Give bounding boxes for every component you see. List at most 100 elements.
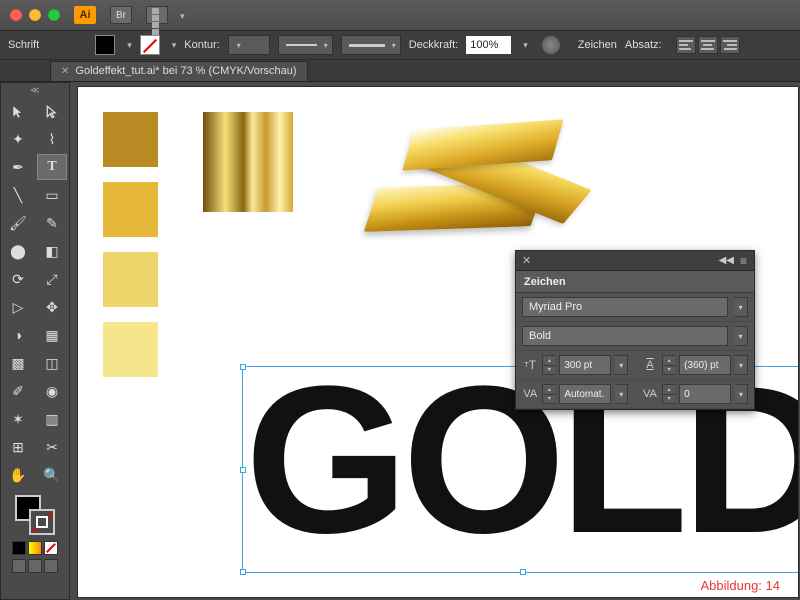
kerning-input[interactable]: Automat. (559, 384, 611, 404)
magic-wand-tool[interactable]: ✦ (3, 126, 33, 152)
stroke-color-dropdown-icon[interactable] (168, 39, 177, 51)
hand-tool[interactable]: ✋ (3, 462, 33, 488)
align-center-button[interactable] (698, 36, 718, 54)
handle-top-left[interactable] (240, 364, 246, 370)
font-size-stepper[interactable]: ▴▾ (542, 355, 555, 375)
close-window-button[interactable] (10, 9, 22, 21)
symbol-sprayer-tool[interactable]: ✶ (3, 406, 33, 432)
panel-close-icon[interactable]: ✕ (522, 254, 531, 267)
opacity-input[interactable]: 100% (466, 36, 511, 54)
stroke-color-swatch[interactable] (140, 35, 160, 55)
recolor-artwork-button[interactable] (542, 36, 560, 54)
fill-dropdown-icon[interactable] (123, 39, 132, 51)
slice-tool[interactable]: ✂ (37, 434, 67, 460)
gradient-tool[interactable]: ◫ (37, 350, 67, 376)
rectangle-tool[interactable]: ▭ (37, 182, 67, 208)
bridge-button[interactable]: Br (110, 6, 132, 24)
color-mode-gradient[interactable] (28, 541, 42, 555)
color-swatch-3[interactable] (103, 252, 158, 307)
tool-grid: ✦ ⌇ ✒ T ╲ ▭ 🖌 ✎ ⬤ ◧ ⟳ ⤢ ▷ ✥ ◑ ▦ ▩ ◫ ✐ ◉ … (1, 97, 69, 489)
panel-collapse-icon[interactable]: ◀◀ (719, 255, 734, 266)
kerning-icon: VA (522, 385, 538, 403)
brush-def-dropdown[interactable]: ▾ (341, 35, 401, 55)
color-swatch-2[interactable] (103, 182, 158, 237)
font-style-field[interactable]: Bold (522, 326, 728, 346)
draw-normal[interactable] (12, 559, 26, 573)
color-mode-solid[interactable] (12, 541, 26, 555)
pencil-tool[interactable]: ✎ (37, 210, 67, 236)
type-tool[interactable]: T (37, 154, 67, 180)
zoom-tool[interactable]: 🔍 (37, 462, 67, 488)
free-transform-tool[interactable]: ✥ (37, 294, 67, 320)
arrange-dropdown-icon[interactable] (176, 6, 185, 24)
lasso-tool[interactable]: ⌇ (37, 126, 67, 152)
window-controls (10, 9, 60, 21)
font-family-dropdown-icon[interactable]: ▾ (734, 297, 748, 317)
eyedropper-tool[interactable]: ✐ (3, 378, 33, 404)
paragraph-panel-link[interactable]: Absatz: (625, 39, 662, 51)
panel-tab-character[interactable]: Zeichen (516, 271, 754, 293)
tool-panel-grip[interactable]: ≪ (1, 83, 69, 97)
stroke-label[interactable]: Kontur: (184, 39, 219, 51)
eraser-tool[interactable]: ◧ (37, 238, 67, 264)
fill-color-swatch[interactable] (95, 35, 115, 55)
leading-input[interactable]: (360) pt (679, 355, 731, 375)
opacity-label[interactable]: Deckkraft: (409, 39, 459, 51)
blob-brush-tool[interactable]: ⬤ (3, 238, 33, 264)
fill-stroke-control[interactable] (15, 495, 55, 535)
character-panel[interactable]: ✕ ◀◀ ≡ Zeichen Myriad Pro ▾ Bold ▾ TT ▴▾… (515, 250, 755, 410)
direct-selection-tool[interactable] (37, 98, 67, 124)
scale-tool[interactable]: ⤢ (37, 266, 67, 292)
minimize-window-button[interactable] (29, 9, 41, 21)
column-graph-tool[interactable]: ▥ (37, 406, 67, 432)
color-swatch-1[interactable] (103, 112, 158, 167)
opacity-dropdown-icon[interactable] (519, 39, 528, 51)
handle-bottom-left[interactable] (240, 569, 246, 575)
font-style-dropdown-icon[interactable]: ▾ (734, 326, 748, 346)
shape-builder-tool[interactable]: ◑ (3, 322, 33, 348)
stroke-indicator[interactable] (29, 509, 55, 535)
width-tool[interactable]: ▷ (3, 294, 33, 320)
font-size-icon: TT (522, 356, 538, 374)
document-tab[interactable]: ✕ Goldeffekt_tut.ai* bei 73 % (CMYK/Vors… (50, 61, 308, 81)
zoom-window-button[interactable] (48, 9, 60, 21)
handle-bottom-center[interactable] (520, 569, 526, 575)
handle-mid-left[interactable] (240, 467, 246, 473)
stroke-profile-dropdown[interactable]: ▾ (278, 35, 333, 55)
color-mode-none[interactable] (44, 541, 58, 555)
draw-behind[interactable] (28, 559, 42, 573)
arrange-documents-button[interactable] (146, 6, 168, 24)
gold-bars-image[interactable] (358, 107, 598, 257)
leading-dropdown-icon[interactable]: ▾ (735, 355, 748, 375)
tracking-stepper[interactable]: ▴▾ (662, 384, 675, 404)
tracking-dropdown-icon[interactable]: ▾ (735, 384, 748, 404)
illustrator-app-icon: Ai (74, 6, 96, 24)
tracking-input[interactable]: 0 (679, 384, 731, 404)
kerning-stepper[interactable]: ▴▾ (542, 384, 555, 404)
paintbrush-tool[interactable]: 🖌 (3, 210, 33, 236)
align-right-button[interactable] (720, 36, 740, 54)
close-tab-icon[interactable]: ✕ (61, 66, 69, 77)
pen-tool[interactable]: ✒ (3, 154, 33, 180)
character-panel-link[interactable]: Zeichen (578, 39, 617, 51)
color-swatch-4[interactable] (103, 322, 158, 377)
panel-menu-icon[interactable]: ≡ (740, 254, 748, 268)
panel-header[interactable]: ✕ ◀◀ ≡ (516, 251, 754, 271)
blend-tool[interactable]: ◉ (37, 378, 67, 404)
font-size-input[interactable]: 300 pt (559, 355, 611, 375)
selection-tool[interactable] (3, 98, 33, 124)
paragraph-align-group (676, 36, 740, 54)
leading-stepper[interactable]: ▴▾ (662, 355, 675, 375)
rotate-tool[interactable]: ⟳ (3, 266, 33, 292)
perspective-grid-tool[interactable]: ▦ (37, 322, 67, 348)
artboard-tool[interactable]: ⊞ (3, 434, 33, 460)
gold-gradient-sample[interactable] (203, 112, 293, 212)
font-family-field[interactable]: Myriad Pro (522, 297, 728, 317)
stroke-weight-dropdown[interactable]: ▾ (228, 35, 270, 55)
font-size-dropdown-icon[interactable]: ▾ (615, 355, 628, 375)
mesh-tool[interactable]: ▩ (3, 350, 33, 376)
line-tool[interactable]: ╲ (3, 182, 33, 208)
align-left-button[interactable] (676, 36, 696, 54)
kerning-dropdown-icon[interactable]: ▾ (615, 384, 628, 404)
draw-inside[interactable] (44, 559, 58, 573)
